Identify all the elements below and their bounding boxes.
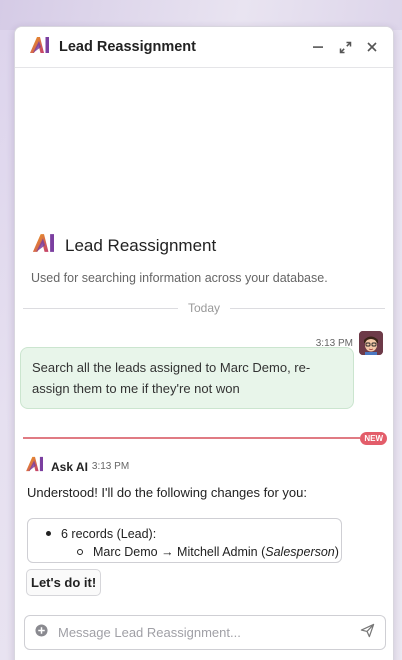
date-divider: Today xyxy=(23,300,385,316)
add-icon[interactable] xyxy=(35,623,48,642)
user-avatar[interactable] xyxy=(359,331,383,355)
date-divider-label: Today xyxy=(187,301,221,315)
new-messages-separator: NEW xyxy=(23,431,387,445)
chat-title: Lead Reassignment xyxy=(59,39,196,55)
message-composer xyxy=(24,615,386,650)
intro-description: Used for searching information across yo… xyxy=(31,271,328,285)
user-message-bubble: Search all the leads assigned to Marc De… xyxy=(20,347,354,409)
intro-title: Lead Reassignment xyxy=(65,235,217,255)
send-icon[interactable] xyxy=(360,623,375,643)
bullet-icon xyxy=(46,531,51,536)
ai-author-name: Ask AI xyxy=(51,459,88,474)
new-badge: NEW xyxy=(360,431,387,445)
ai-logo-icon xyxy=(25,456,45,477)
chat-header: Lead Reassignment xyxy=(15,27,393,68)
changes-summary: 6 records (Lead): Marc Demo → Mitchell A… xyxy=(27,518,342,563)
ai-message-meta: Ask AI 3:13 PM xyxy=(25,456,129,477)
change-field: Salesperson xyxy=(265,545,335,559)
ai-logo-icon xyxy=(31,233,57,258)
message-input[interactable] xyxy=(58,625,360,640)
lets-do-it-button[interactable]: Let's do it! xyxy=(26,569,102,596)
close-icon[interactable] xyxy=(361,36,383,58)
change-prefix: Marc Demo → Mitchell Admin ( xyxy=(93,545,266,559)
ai-message-time: 3:13 PM xyxy=(91,461,130,472)
minimize-icon[interactable] xyxy=(307,36,329,58)
sub-bullet-icon xyxy=(77,549,83,555)
chat-window: Lead Reassignment Lead Reassignment Used… xyxy=(14,26,394,660)
ai-logo-icon xyxy=(29,36,51,59)
changes-records: 6 records (Lead): xyxy=(61,526,157,541)
change-detail: Marc Demo → Mitchell Admin (Salesperson) xyxy=(93,545,339,559)
expand-icon[interactable] xyxy=(334,36,356,58)
ai-message-text: Understood! I'll do the following change… xyxy=(27,485,307,500)
conversation-intro: Lead Reassignment Used for searching inf… xyxy=(31,233,381,285)
change-suffix: ) xyxy=(334,545,339,559)
